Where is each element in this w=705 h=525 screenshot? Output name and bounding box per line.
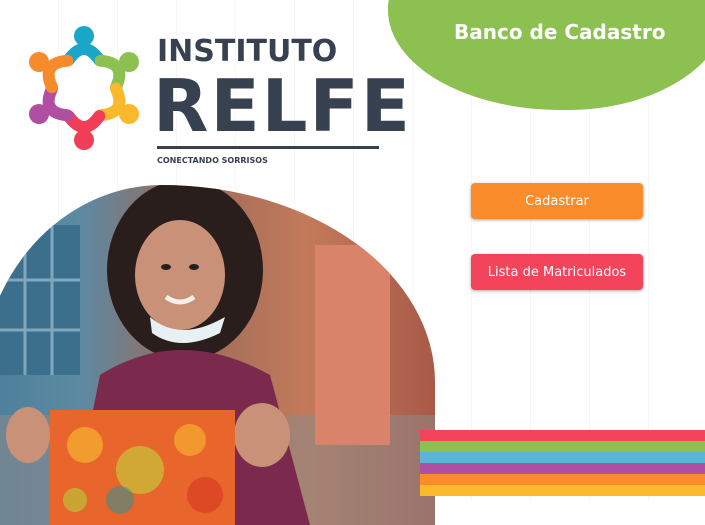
pillar-shape xyxy=(315,245,390,445)
hand-left xyxy=(6,407,50,463)
people-circle-logo-icon xyxy=(29,26,139,150)
logo-line-2: RELFE xyxy=(153,64,412,148)
face-shape xyxy=(135,220,225,330)
decorative-color-stripes xyxy=(420,430,705,501)
color-stripe xyxy=(420,452,705,463)
logo-person-arms xyxy=(62,43,106,66)
eye-right xyxy=(189,264,199,270)
color-stripe xyxy=(420,441,705,452)
register-button[interactable]: Cadastrar xyxy=(471,183,643,219)
hand-right xyxy=(234,403,290,467)
color-stripe xyxy=(420,474,705,485)
logo-rule xyxy=(157,146,379,149)
eye-left xyxy=(161,264,171,270)
color-stripe xyxy=(420,485,705,496)
institute-logo: INSTITUTO RELFE CONECTANDO SORRISOS xyxy=(22,20,410,170)
page-title: Banco de Cadastro xyxy=(454,20,666,44)
logo-tagline: CONECTANDO SORRISOS xyxy=(157,156,268,165)
logo-person-arms xyxy=(94,82,126,122)
logo-person-arms xyxy=(62,110,106,133)
logo-person-arms xyxy=(42,54,74,94)
enrolled-list-button[interactable]: Lista de Matriculados xyxy=(471,254,643,290)
color-stripe xyxy=(420,430,705,441)
color-stripe xyxy=(420,463,705,474)
